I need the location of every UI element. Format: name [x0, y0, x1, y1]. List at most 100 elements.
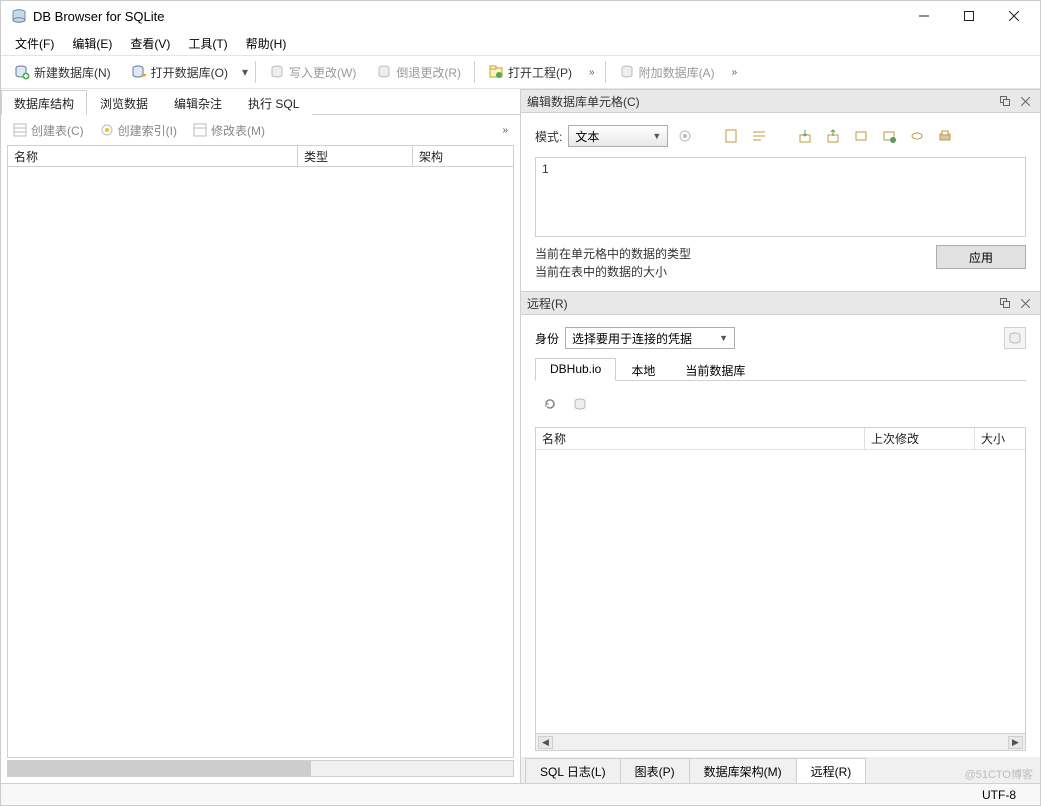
remote-tabs: DBHub.io 本地 当前数据库	[535, 357, 1026, 381]
app-icon	[11, 8, 27, 24]
cell-info-text: 当前在单元格中的数据的类型 当前在表中的数据的大小	[535, 245, 691, 281]
create-table-button[interactable]: 创建表(C)	[7, 120, 90, 141]
export-icon[interactable]	[822, 125, 844, 147]
remote-tab-local[interactable]: 本地	[616, 358, 670, 381]
structure-toolbar: 创建表(C) 创建索引(I) 修改表(M) »	[1, 115, 520, 145]
open-database-dropdown[interactable]: ▾	[239, 59, 251, 85]
remote-table-body[interactable]	[536, 450, 1025, 733]
write-changes-label: 写入更改(W)	[289, 64, 356, 81]
maximize-button[interactable]	[946, 2, 991, 30]
identity-settings-icon[interactable]	[1004, 327, 1026, 349]
window-title: DB Browser for SQLite	[33, 9, 165, 24]
mode-select-value: 文本	[575, 128, 599, 145]
remote-col-name[interactable]: 名称	[536, 428, 865, 449]
main-toolbar: 新建数据库(N) 打开数据库(O) ▾ 写入更改(W) 倒退更改(R) 打开工程…	[1, 55, 1040, 89]
structure-toolbar-overflow[interactable]: »	[496, 125, 514, 136]
remote-header: 远程(R)	[521, 291, 1040, 315]
tab-execute-sql[interactable]: 执行 SQL	[235, 90, 312, 115]
toolbar-overflow-2[interactable]: »	[726, 67, 744, 78]
right-panel: 编辑数据库单元格(C) 模式: 文本 ▼	[521, 89, 1040, 783]
bottom-tab-remote[interactable]: 远程(R)	[796, 758, 867, 783]
status-bar: UTF-8	[1, 783, 1040, 805]
autowrap-icon[interactable]	[906, 125, 928, 147]
menu-tools[interactable]: 工具(T)	[180, 33, 235, 54]
revert-changes-button[interactable]: 倒退更改(R)	[367, 59, 470, 85]
open-project-label: 打开工程(P)	[508, 64, 572, 81]
menu-file[interactable]: 文件(F)	[7, 33, 62, 54]
menu-view[interactable]: 查看(V)	[122, 33, 178, 54]
remote-tab-current[interactable]: 当前数据库	[670, 358, 760, 381]
create-index-label: 创建索引(I)	[118, 122, 177, 139]
text-icon[interactable]	[748, 125, 770, 147]
revert-changes-label: 倒退更改(R)	[396, 64, 461, 81]
bottom-tab-chart[interactable]: 图表(P)	[620, 758, 690, 783]
toolbar-overflow-1[interactable]: »	[583, 67, 601, 78]
main-tabs: 数据库结构 浏览数据 编辑杂注 执行 SQL	[1, 89, 520, 115]
edit-cell-float-icon[interactable]	[996, 92, 1014, 110]
remote-hscrollbar[interactable]: ◀ ▶	[536, 733, 1025, 750]
remote-col-size[interactable]: 大小	[975, 428, 1025, 449]
modify-table-button[interactable]: 修改表(M)	[187, 120, 271, 141]
remote-col-modified[interactable]: 上次修改	[865, 428, 975, 449]
attach-database-button[interactable]: 附加数据库(A)	[610, 59, 724, 85]
structure-table-body[interactable]	[7, 167, 514, 758]
identity-select[interactable]: 选择要用于连接的凭据 ▼	[565, 327, 735, 349]
remote-close-icon[interactable]	[1016, 294, 1034, 312]
remote-table: 名称 上次修改 大小 ◀ ▶	[535, 427, 1026, 751]
edit-cell-close-icon[interactable]	[1016, 92, 1034, 110]
null-icon[interactable]	[850, 125, 872, 147]
remote-float-icon[interactable]	[996, 294, 1014, 312]
col-name[interactable]: 名称	[8, 146, 298, 166]
scroll-right-icon[interactable]: ▶	[1008, 736, 1023, 749]
refresh-icon[interactable]	[539, 393, 561, 415]
attach-database-label: 附加数据库(A)	[639, 64, 715, 81]
new-database-label: 新建数据库(N)	[34, 64, 111, 81]
bottom-tabs: SQL 日志(L) 图表(P) 数据库架构(M) 远程(R)	[521, 757, 1040, 783]
push-db-icon[interactable]	[569, 393, 591, 415]
scroll-left-icon[interactable]: ◀	[538, 736, 553, 749]
modify-table-label: 修改表(M)	[211, 122, 265, 139]
tab-structure[interactable]: 数据库结构	[1, 90, 87, 115]
structure-table-header: 名称 类型 架构	[7, 145, 514, 167]
new-database-button[interactable]: 新建数据库(N)	[5, 59, 120, 85]
watermark: @51CTO博客	[965, 766, 1033, 782]
tab-browse-data[interactable]: 浏览数据	[87, 90, 161, 115]
bottom-tab-schema[interactable]: 数据库架构(M)	[689, 758, 797, 783]
structure-hscrollbar[interactable]	[7, 760, 514, 777]
status-encoding: UTF-8	[982, 788, 1016, 802]
title-bar: DB Browser for SQLite	[1, 1, 1040, 31]
edit-cell-title: 编辑数据库单元格(C)	[527, 93, 640, 110]
col-type[interactable]: 类型	[298, 146, 413, 166]
minimize-button[interactable]	[901, 2, 946, 30]
gear-icon[interactable]	[674, 125, 696, 147]
mode-select[interactable]: 文本 ▼	[568, 125, 668, 147]
menu-bar: 文件(F) 编辑(E) 查看(V) 工具(T) 帮助(H)	[1, 31, 1040, 55]
import-icon[interactable]	[794, 125, 816, 147]
remote-title: 远程(R)	[527, 295, 568, 312]
open-database-label: 打开数据库(O)	[151, 64, 228, 81]
create-index-button[interactable]: 创建索引(I)	[94, 120, 183, 141]
remote-tab-dbhub[interactable]: DBHub.io	[535, 358, 616, 381]
remote-body: 身份 选择要用于连接的凭据 ▼ DBHub.io 本地 当前数据库 名称	[521, 315, 1040, 757]
mode-label: 模式:	[535, 128, 562, 145]
open-external-icon[interactable]	[878, 125, 900, 147]
edit-cell-header: 编辑数据库单元格(C)	[521, 89, 1040, 113]
close-button[interactable]	[991, 2, 1036, 30]
open-project-button[interactable]: 打开工程(P)	[479, 59, 581, 85]
identity-label: 身份	[535, 330, 559, 347]
cell-content-textarea[interactable]: 1	[535, 157, 1026, 237]
col-schema[interactable]: 架构	[413, 146, 513, 166]
print-icon[interactable]	[934, 125, 956, 147]
write-changes-button[interactable]: 写入更改(W)	[260, 59, 365, 85]
tab-edit-pragmas[interactable]: 编辑杂注	[161, 90, 235, 115]
create-table-label: 创建表(C)	[31, 122, 84, 139]
left-panel: 数据库结构 浏览数据 编辑杂注 执行 SQL 创建表(C) 创建索引(I) 修改…	[1, 89, 521, 783]
bottom-tab-sql-log[interactable]: SQL 日志(L)	[525, 758, 621, 783]
menu-help[interactable]: 帮助(H)	[238, 33, 295, 54]
menu-edit[interactable]: 编辑(E)	[64, 33, 120, 54]
open-database-button[interactable]: 打开数据库(O)	[122, 59, 237, 85]
edit-cell-body: 模式: 文本 ▼ 1 当前在单元格中的数据的类型	[521, 113, 1040, 291]
apply-button[interactable]: 应用	[936, 245, 1026, 269]
page-icon[interactable]	[720, 125, 742, 147]
identity-value: 选择要用于连接的凭据	[572, 330, 692, 347]
